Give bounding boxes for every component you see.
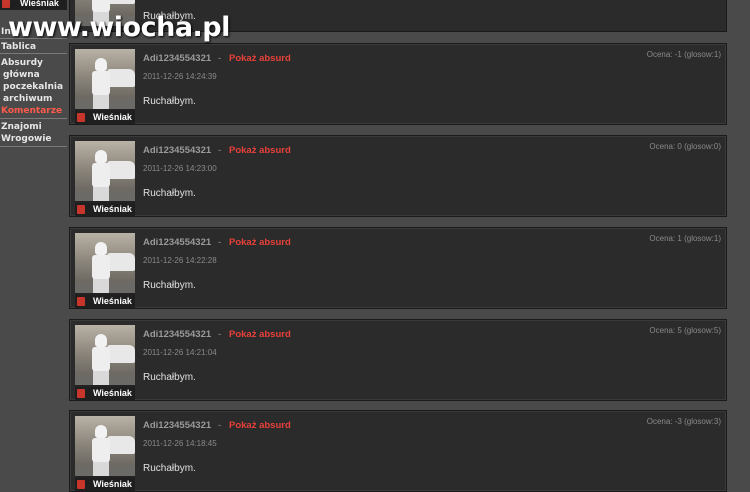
- comment-card: Wieśniak Adi1234554321 - Pokaż absurd 20…: [69, 319, 727, 401]
- sidebar-divider: [0, 53, 67, 54]
- badge-label: Wieśniak: [93, 204, 132, 214]
- comment-rating: Ocena: 1 (glosow:1): [649, 234, 721, 243]
- user-badge: Wieśniak: [75, 203, 135, 216]
- badge-label: Wieśniak: [93, 479, 132, 489]
- watermark-logo: www.wiocha.pl: [8, 12, 230, 43]
- avatar-photo: [75, 49, 135, 109]
- author-separator: -: [218, 53, 222, 64]
- comment-date: 2011-12-26 14:23:00: [143, 164, 217, 173]
- comment-date: 2011-12-26 14:18:45: [143, 439, 217, 448]
- sidebar-item-archiwum[interactable]: archiwum: [0, 94, 52, 104]
- comment-card: Wieśniak Adi1234554321 - Pokaż absurd 20…: [69, 135, 727, 217]
- avatar-photo: [75, 325, 135, 385]
- comment-author[interactable]: Adi1234554321: [143, 145, 211, 156]
- avatar[interactable]: Wieśniak: [75, 49, 135, 124]
- wiesniak-icon: [77, 205, 85, 214]
- avatar-photo: [75, 141, 135, 201]
- comment-author[interactable]: Adi1234554321: [143, 329, 211, 340]
- sidebar: Info Tablica Absurdy główna poczekalnia …: [0, 0, 67, 475]
- avatar[interactable]: Wieśniak: [75, 141, 135, 216]
- sidebar-item-absurdy[interactable]: Absurdy: [0, 58, 43, 68]
- sidebar-item-komentarze[interactable]: Komentarze: [0, 106, 62, 116]
- comment-author[interactable]: Adi1234554321: [143, 237, 211, 248]
- wiesniak-icon: [77, 297, 85, 306]
- author-separator: -: [218, 145, 222, 156]
- author-separator: -: [218, 420, 222, 431]
- sidebar-item-tablica[interactable]: Tablica: [0, 42, 36, 52]
- wiesniak-icon: [77, 480, 85, 489]
- comment-text: Ruchałbym.: [143, 372, 196, 383]
- show-absurd-link[interactable]: Pokaż absurd: [229, 145, 291, 156]
- avatar[interactable]: Wieśniak: [75, 325, 135, 400]
- user-badge: Wieśniak: [75, 295, 135, 308]
- sidebar-divider: [0, 118, 67, 119]
- comment-text: Ruchałbym.: [143, 463, 196, 474]
- avatar-photo: [75, 233, 135, 293]
- comment-card: Wieśniak Adi1234554321 - Pokaż absurd 20…: [69, 43, 727, 125]
- comment-card: Wieśniak Adi1234554321 - Pokaż absurd 20…: [69, 410, 727, 492]
- avatar[interactable]: Wieśniak: [75, 416, 135, 491]
- author-separator: -: [218, 329, 222, 340]
- badge-label: Wieśniak: [20, 0, 59, 8]
- comment-rating: Ocena: 5 (glosow:5): [649, 326, 721, 335]
- user-badge: Wieśniak: [75, 478, 135, 491]
- comment-date: 2011-12-26 14:24:39: [143, 72, 217, 81]
- comment-date: 2011-12-26 14:22:28: [143, 256, 217, 265]
- comment-date: 2011-12-26 14:21:04: [143, 348, 217, 357]
- sidebar-item-znajomi[interactable]: Znajomi: [0, 122, 42, 132]
- comment-author[interactable]: Adi1234554321: [143, 420, 211, 431]
- partial-badge: Wieśniak: [0, 0, 67, 10]
- author-separator: -: [218, 237, 222, 248]
- sidebar-item-wrogowie[interactable]: Wrogowie: [0, 134, 52, 144]
- wiesniak-icon: [77, 113, 85, 122]
- badge-label: Wieśniak: [93, 388, 132, 398]
- sidebar-item-poczekalnia[interactable]: poczekalnia: [0, 82, 63, 92]
- show-absurd-link[interactable]: Pokaż absurd: [229, 237, 291, 248]
- show-absurd-link[interactable]: Pokaż absurd: [229, 420, 291, 431]
- comment-author[interactable]: Adi1234554321: [143, 53, 211, 64]
- wiesniak-icon: [2, 0, 10, 8]
- avatar-photo: [75, 416, 135, 476]
- wiesniak-icon: [77, 389, 85, 398]
- badge-label: Wieśniak: [93, 112, 132, 122]
- badge-label: Wieśniak: [93, 296, 132, 306]
- avatar[interactable]: Wieśniak: [75, 233, 135, 308]
- show-absurd-link[interactable]: Pokaż absurd: [229, 53, 291, 64]
- comment-rating: Ocena: 0 (glosow:0): [649, 142, 721, 151]
- user-badge: Wieśniak: [75, 387, 135, 400]
- user-badge: Wieśniak: [75, 111, 135, 124]
- comment-card: Wieśniak Adi1234554321 - Pokaż absurd 20…: [69, 227, 727, 309]
- sidebar-divider: [0, 146, 67, 147]
- comment-rating: Ocena: -1 (glosow:1): [646, 50, 721, 59]
- sidebar-item-glowna[interactable]: główna: [0, 70, 40, 80]
- comment-text: Ruchałbym.: [143, 96, 196, 107]
- comment-text: Ruchałbym.: [143, 188, 196, 199]
- comment-rating: Ocena: -3 (glosow:3): [646, 417, 721, 426]
- show-absurd-link[interactable]: Pokaż absurd: [229, 329, 291, 340]
- comment-text: Ruchałbym.: [143, 280, 196, 291]
